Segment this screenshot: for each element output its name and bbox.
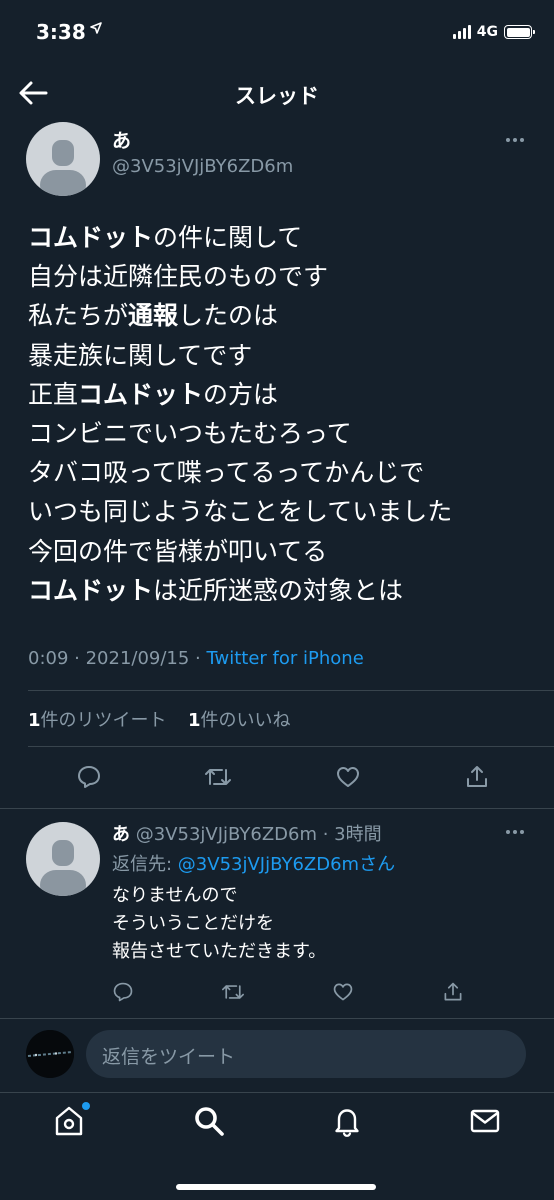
- tweet-text-segment: いつも同じようなことをしていました: [28, 497, 453, 527]
- retweet-label: 件のリツイート: [40, 710, 167, 731]
- tweet-timestamp: 0:09 · 2021/09/15 ·: [28, 648, 207, 669]
- page-title: スレッド: [235, 84, 319, 108]
- divider: [0, 808, 554, 809]
- tweet-text-line: 暴走族に関してです: [28, 336, 538, 375]
- heart-icon[interactable]: [328, 977, 358, 1007]
- reply-text: なりませんので そういうことだけを 報告させていただきます。: [112, 882, 326, 966]
- tweet-text-segment: 自分は近隣住民のものです: [28, 262, 329, 292]
- home-indicator: [176, 1184, 376, 1190]
- notification-dot: [82, 1102, 90, 1110]
- reply-icon[interactable]: [108, 977, 138, 1007]
- night-photo-avatar-icon: [26, 1030, 74, 1078]
- avatar[interactable]: [26, 122, 100, 196]
- default-avatar-icon: [40, 840, 86, 896]
- reply-composer-input[interactable]: 返信をツイート: [86, 1030, 526, 1078]
- reply-text-line: なりませんので: [112, 885, 238, 906]
- reply-to-line: 返信先: @3V53jVJjBY6ZD6mさん: [112, 850, 395, 876]
- author-handle[interactable]: @3V53jVJjBY6ZD6m: [112, 156, 293, 177]
- tweet-stats: 1件のリツイート 1件のいいね: [28, 706, 291, 732]
- tweet-text-segment: の件に関して: [153, 223, 303, 252]
- share-icon[interactable]: [438, 977, 468, 1007]
- tweet-text-segment: 正直: [28, 379, 79, 409]
- tweet-text-line: 今回の件で皆様が叩いてる: [28, 532, 538, 571]
- reply-text-line: 報告させていただきます。: [112, 941, 327, 962]
- more-options-icon[interactable]: [506, 830, 524, 834]
- reply-to-prefix: 返信先:: [112, 854, 178, 875]
- reply-text-line: そういうことだけを: [112, 913, 274, 934]
- tweet-text-bold-segment: コムドット: [28, 575, 154, 605]
- reply-actions: [108, 977, 468, 1007]
- reply-header: あ @3V53jVJjBY6ZD6m · 3時間: [112, 820, 382, 846]
- reply-avatar[interactable]: [26, 822, 100, 896]
- bell-icon[interactable]: [330, 1104, 366, 1140]
- location-arrow-icon: [90, 22, 102, 34]
- tab-bar: [0, 1092, 554, 1200]
- retweet-stat[interactable]: 1件のリツイート: [28, 710, 167, 731]
- reply-to-handle[interactable]: @3V53jVJjBY6ZD6mさん: [178, 854, 395, 875]
- network-type: 4G: [476, 24, 498, 40]
- tweet-text-line: 自分は近隣住民のものです: [28, 257, 538, 296]
- status-bar: 3:38 4G: [0, 0, 554, 64]
- cellular-signal-icon: [452, 25, 471, 39]
- status-indicators: 4G: [452, 24, 535, 40]
- retweet-count: 1: [28, 710, 41, 731]
- divider: [28, 746, 554, 747]
- tweet-text-line: タバコ吸って喋ってるってかんじで: [28, 453, 538, 492]
- tweet-source-link[interactable]: Twitter for iPhone: [207, 648, 364, 669]
- divider: [0, 1018, 554, 1019]
- tweet-text-line: 私たちが通報したのは: [28, 296, 538, 335]
- my-avatar[interactable]: [26, 1030, 74, 1078]
- tweet-text-bold-segment: コムドット: [28, 223, 154, 252]
- battery-icon: [504, 25, 535, 39]
- divider: [28, 690, 554, 691]
- main-tweet-actions: [74, 762, 492, 792]
- tweet-text-line: 正直コムドットの方は: [28, 375, 538, 414]
- status-time: 3:38: [36, 20, 86, 44]
- tweet-text-line: いつも同じようなことをしていました: [28, 492, 538, 531]
- home-icon[interactable]: [52, 1102, 90, 1140]
- tweet-text-segment: コンビニでいつもたむろって: [28, 419, 352, 449]
- thread-header: スレッド: [0, 64, 554, 122]
- reply-handle-time[interactable]: @3V53jVJjBY6ZD6m · 3時間: [130, 824, 382, 845]
- tweet-text-segment: 今回の件で皆様が叩いてる: [28, 536, 328, 566]
- tweet-text-segment: 暴走族に関してです: [28, 340, 253, 370]
- tweet-text-line: コムドットの件に関して: [28, 218, 538, 257]
- tweet-text-bold-segment: コムドット: [78, 379, 204, 409]
- tweet-text-line: コンビニでいつもたむろって: [28, 414, 538, 453]
- tweet-text-line: コムドットは近所迷惑の対象とは: [28, 571, 538, 610]
- like-count: 1: [188, 710, 201, 731]
- tweet-text-segment: タバコ吸って喋ってるってかんじで: [28, 458, 425, 488]
- more-options-icon[interactable]: [506, 138, 524, 142]
- tweet-text-segment: したのは: [178, 301, 279, 331]
- default-avatar-icon: [40, 140, 86, 196]
- reply-author-name[interactable]: あ: [112, 824, 130, 845]
- retweet-icon[interactable]: [203, 762, 233, 792]
- heart-icon[interactable]: [333, 762, 363, 792]
- reply-icon[interactable]: [74, 762, 104, 792]
- tweet-text: コムドットの件に関して 自分は近隣住民のものです 私たちが通報したのは 暴走族に関して…: [28, 218, 538, 610]
- author-name[interactable]: あ: [112, 126, 131, 153]
- mail-icon[interactable]: [468, 1104, 504, 1140]
- tweet-text-segment: は近所迷惑の対象とは: [153, 575, 404, 605]
- tweet-text-segment: の方は: [203, 379, 279, 409]
- search-icon[interactable]: [192, 1104, 228, 1140]
- retweet-icon[interactable]: [218, 977, 248, 1007]
- tweet-text-bold-segment: 通報: [128, 301, 179, 331]
- tweet-meta: 0:09 · 2021/09/15 · Twitter for iPhone: [28, 648, 364, 669]
- tweet-text-segment: 私たちが: [28, 301, 129, 331]
- like-label: 件のいいね: [200, 710, 291, 731]
- like-stat[interactable]: 1件のいいね: [188, 710, 291, 731]
- share-icon[interactable]: [462, 762, 492, 792]
